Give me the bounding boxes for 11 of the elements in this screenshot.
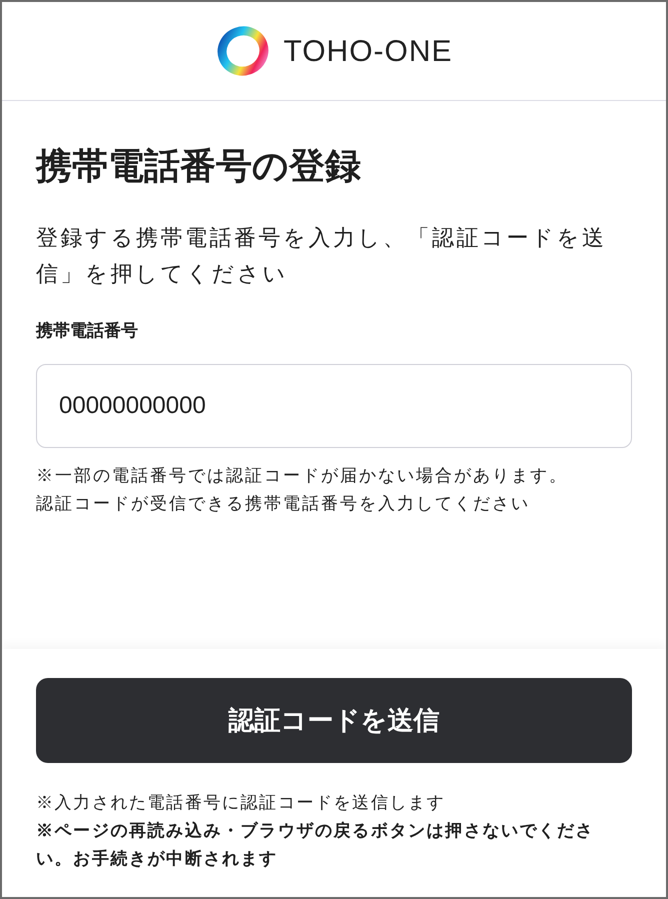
note-text: ※ページの再読み込み・ブラウザの戻るボタンは押さないでください。お手続きが中断されます (36, 820, 595, 870)
note-text: ※入力された電話番号に認証コードを送信します (36, 792, 446, 814)
description: 登録する携帯電話番号を入力し、「認証コードを送信」を押してください (36, 224, 608, 288)
field-label: 携帯電話番号 (36, 320, 139, 342)
hint-text: ※一部の電話番号では認証コードが届かない場合があります。 (36, 464, 569, 486)
logo-icon (215, 25, 272, 77)
page-title: 携帯電話番号の登録 (36, 144, 362, 188)
send-code-button[interactable]: 認証コードを送信 (36, 678, 632, 763)
phone-input[interactable]: 00000000000 (36, 364, 632, 448)
hint-text: 認証コードが受信できる携帯電話番号を入力してください (36, 492, 531, 514)
brand-name: TOHO-ONE (283, 34, 453, 70)
